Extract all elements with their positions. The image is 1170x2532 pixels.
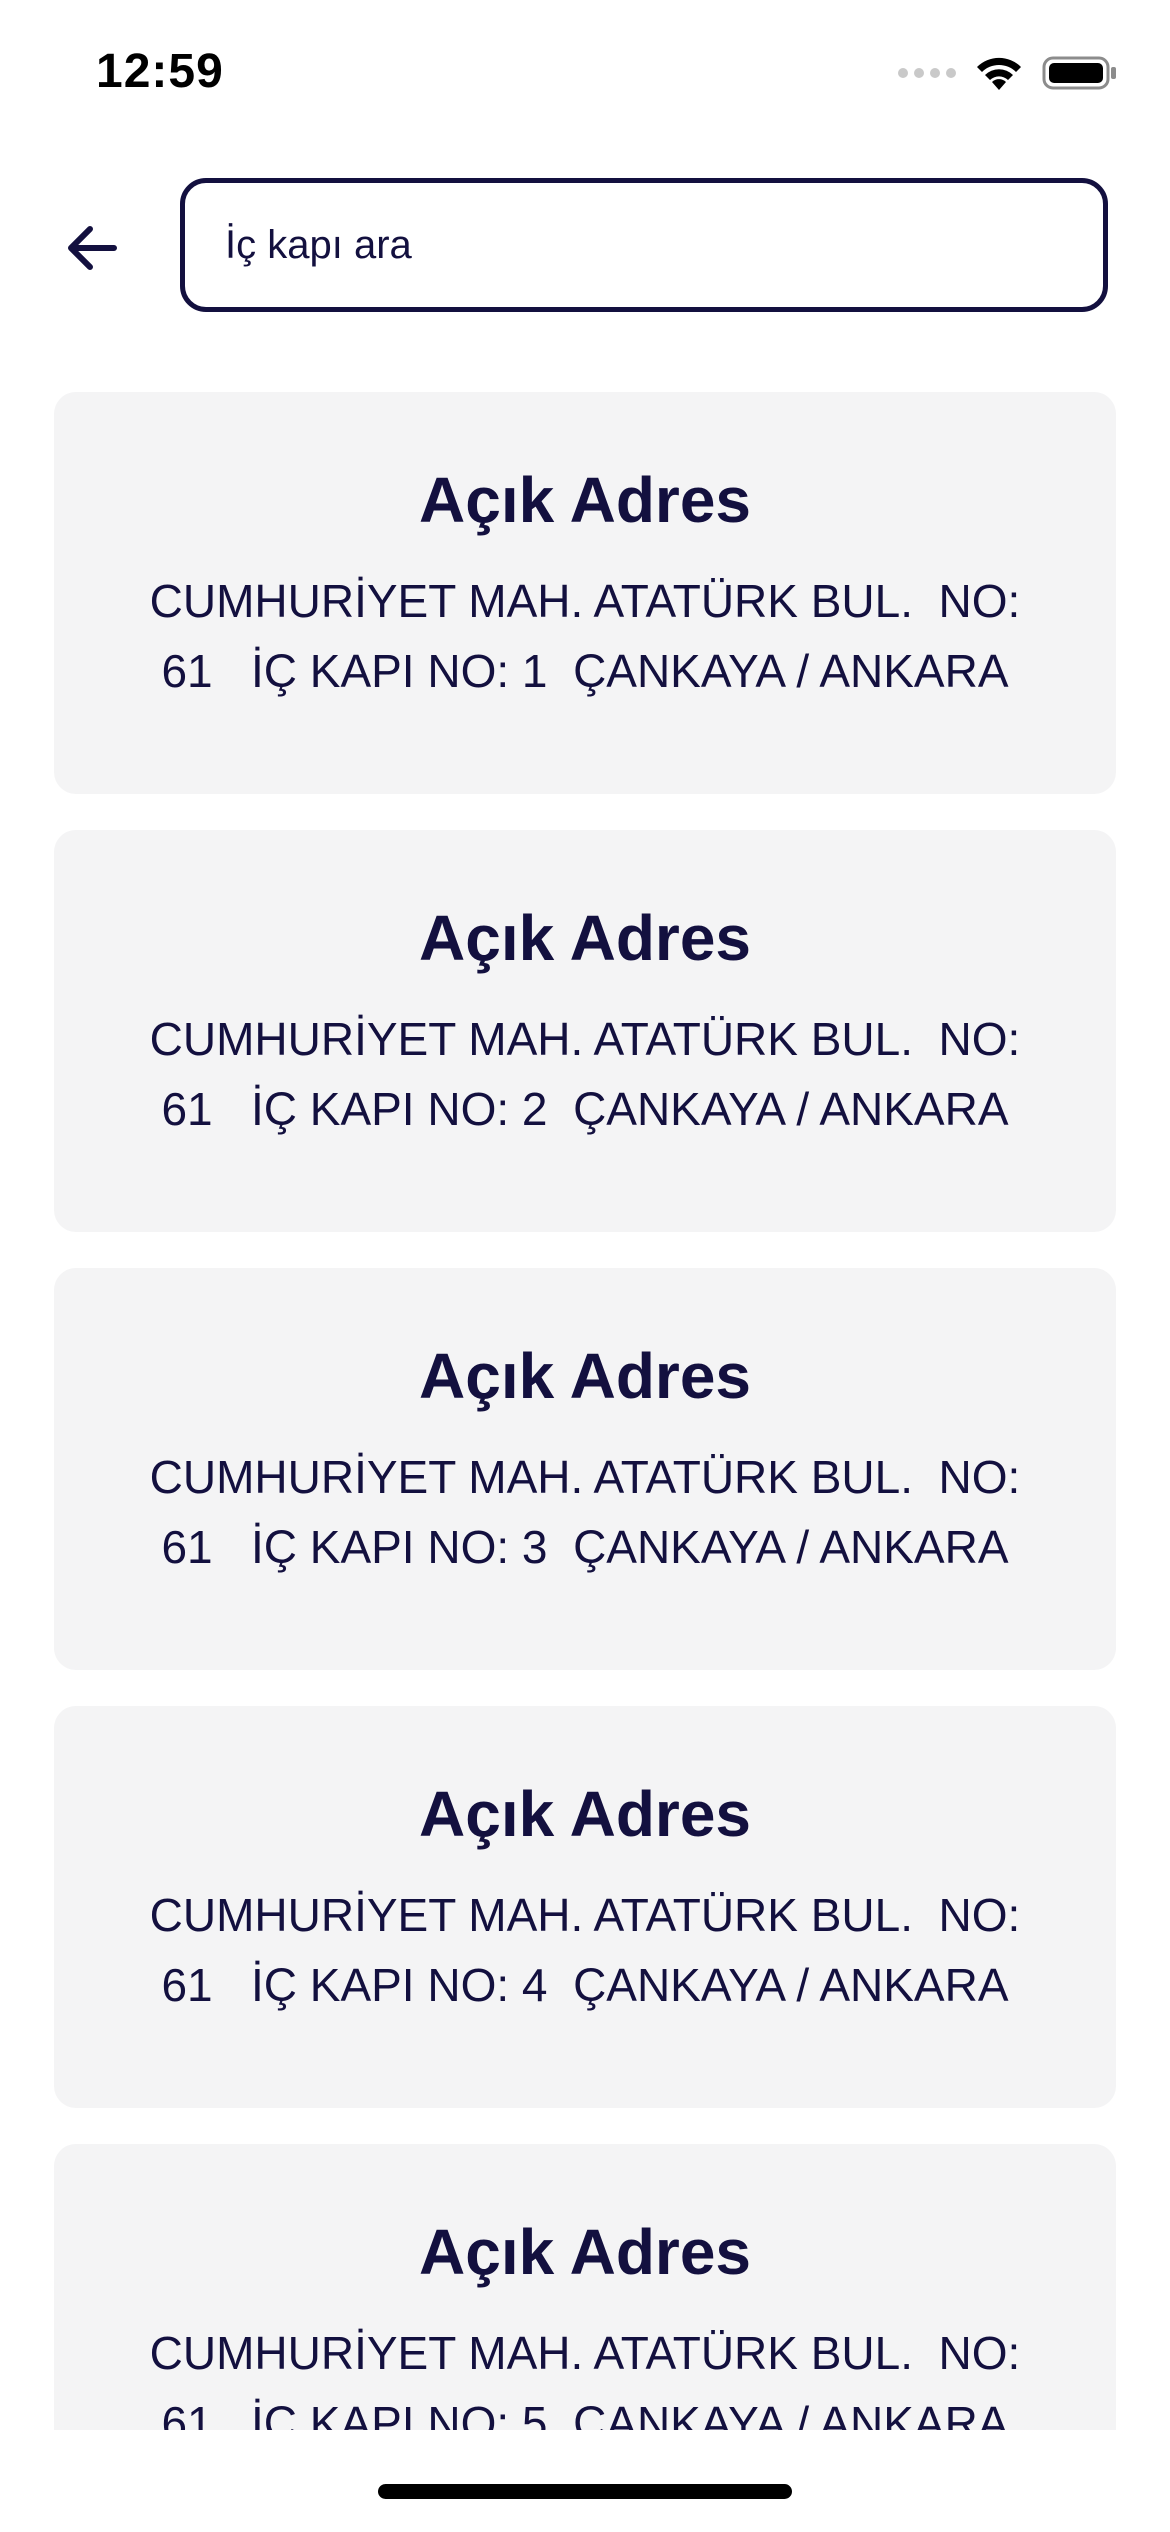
home-indicator[interactable] [378, 2484, 792, 2499]
card-address: CUMHURİYET MAH. ATATÜRK BUL. NO: 61 İÇ K… [149, 1013, 1034, 1135]
card-address: CUMHURİYET MAH. ATATÜRK BUL. NO: 61 İÇ K… [149, 1451, 1034, 1573]
search-box[interactable] [180, 178, 1108, 312]
status-icons [898, 54, 1118, 92]
card-title: Açık Adres [419, 1340, 751, 1412]
address-card[interactable]: Açık Adres CUMHURİYET MAH. ATATÜRK BUL. … [54, 392, 1116, 794]
search-input[interactable] [223, 221, 1103, 269]
card-title: Açık Adres [419, 464, 751, 536]
address-card[interactable]: Açık Adres CUMHURİYET MAH. ATATÜRK BUL. … [54, 830, 1116, 1232]
card-address: CUMHURİYET MAH. ATATÜRK BUL. NO: 61 İÇ K… [149, 575, 1034, 697]
status-bar: 12:59 [0, 0, 1170, 150]
cellular-signal-icon [898, 68, 956, 78]
card-title: Açık Adres [419, 1778, 751, 1850]
address-list: Açık Adres CUMHURİYET MAH. ATATÜRK BUL. … [54, 392, 1116, 2430]
card-title: Açık Adres [419, 2216, 751, 2288]
card-address: CUMHURİYET MAH. ATATÜRK BUL. NO: 61 İÇ K… [149, 1889, 1034, 2011]
arrow-left-icon [68, 226, 117, 270]
address-card[interactable]: Açık Adres CUMHURİYET MAH. ATATÜRK BUL. … [54, 1706, 1116, 2108]
status-time: 12:59 [96, 45, 224, 98]
card-address: CUMHURİYET MAH. ATATÜRK BUL. NO: 61 İÇ K… [149, 2327, 1034, 2430]
address-card[interactable]: Açık Adres CUMHURİYET MAH. ATATÜRK BUL. … [54, 2144, 1116, 2430]
header [0, 176, 1170, 320]
wifi-icon [977, 57, 1021, 90]
address-card[interactable]: Açık Adres CUMHURİYET MAH. ATATÜRK BUL. … [54, 1268, 1116, 1670]
back-button[interactable] [56, 212, 128, 284]
card-title: Açık Adres [419, 902, 751, 974]
battery-icon [1042, 56, 1116, 90]
